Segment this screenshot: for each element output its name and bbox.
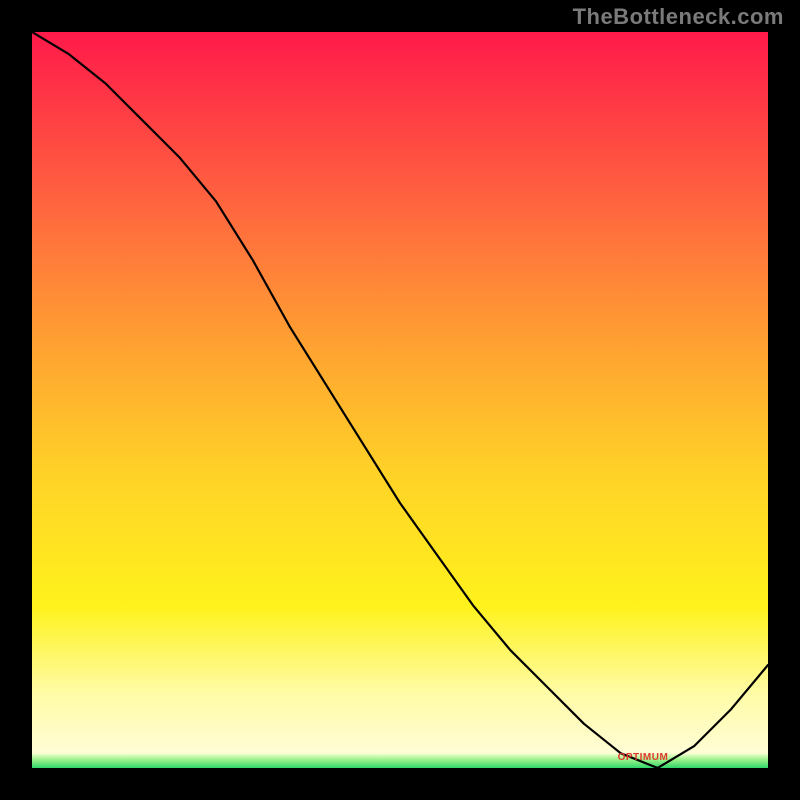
plot-area: OPTIMUM: [32, 32, 768, 768]
bottleneck-curve-line: [32, 32, 768, 768]
chart-overlay: OPTIMUM: [32, 32, 768, 768]
watermark-text: TheBottleneck.com: [573, 4, 784, 30]
optimum-marker-label: OPTIMUM: [618, 752, 669, 763]
chart-frame: TheBottleneck.com OPTIMUM: [0, 0, 800, 800]
